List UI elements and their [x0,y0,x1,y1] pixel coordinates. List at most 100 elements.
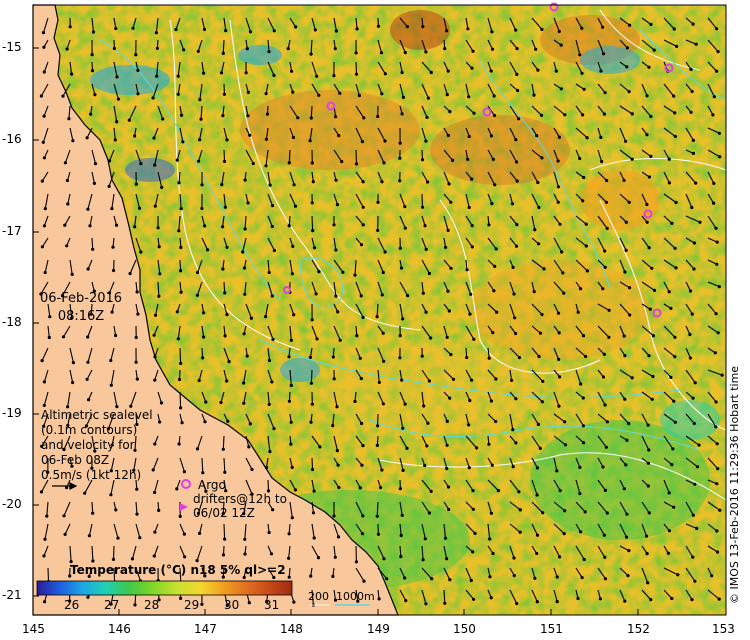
velocity-arrow-head [539,113,544,117]
velocity-arrow-head [649,22,653,26]
velocity-arrow-head [471,49,475,53]
velocity-arrow-head [310,161,314,165]
velocity-arrow-head [332,74,336,78]
velocity-arrow-head [582,441,586,445]
velocity-arrow-head [221,267,225,271]
velocity-arrow-head [135,512,139,516]
velocity-arrow-head [698,220,702,224]
velocity-arrow-head [398,246,402,250]
velocity-arrow-head [197,159,201,163]
velocity-arrow-head [361,514,365,518]
velocity-arrow-head [225,138,229,142]
velocity-arrow-head [424,247,428,251]
velocity-arrow-head [535,600,539,604]
velocity-arrow-head [399,266,404,270]
velocity-arrow-head [622,487,626,491]
velocity-arrow-head [672,27,676,31]
velocity-arrow-head [563,113,567,117]
velocity-arrow-head [223,470,227,474]
velocity-arrow-head [446,133,450,138]
velocity-arrow-head [177,229,181,233]
velocity-arrow-head [264,92,268,96]
velocity-arrow-head [515,179,519,183]
velocity-arrow-head [540,400,545,404]
velocity-arrow-head [718,155,722,159]
velocity-arrow-head [310,201,314,205]
velocity-arrow-head [242,381,246,385]
velocity-arrow-head [584,354,588,359]
velocity-arrow-head [175,158,179,162]
velocity-arrow-head [421,558,425,562]
velocity-arrow-head [555,600,559,604]
velocity-arrow-head [309,574,313,578]
velocity-arrow-head [624,463,628,467]
alt-line: 06-Feb 08Z [41,453,110,467]
velocity-arrow-head [647,448,651,452]
argo-legend: Argo drifters@12h to 06/02 12Z [188,478,287,520]
velocity-arrow-head [86,360,90,364]
velocity-arrow-head [511,428,515,432]
velocity-arrow-head [467,134,471,139]
velocity-arrow-head [490,463,494,467]
velocity-arrow-head [153,313,158,317]
velocity-arrow-head [603,577,608,581]
velocity-arrow-head [669,306,673,310]
velocity-arrow-head [310,402,314,406]
velocity-arrow-head [423,537,427,541]
velocity-arrow-head [157,508,161,512]
velocity-arrow-head [360,532,365,536]
velocity-arrow-head [601,375,606,379]
velocity-arrow-head [535,551,539,556]
velocity-arrow-head [85,377,89,381]
velocity-arrow-head [292,600,296,604]
velocity-arrow-head [555,575,559,579]
velocity-arrow-head [199,117,203,121]
velocity-arrow-head [689,110,693,114]
velocity-arrow-head [61,335,66,339]
velocity-arrow-head [671,447,675,451]
velocity-arrow-head [561,271,565,275]
velocity-arrow-head [445,419,449,423]
velocity-arrow-head [134,335,138,340]
velocity-arrow-head [674,266,678,270]
velocity-arrow-head [179,207,183,211]
velocity-arrow-head [429,70,433,75]
y-tick: -17 [2,224,22,238]
velocity-arrow-head [448,578,452,582]
velocity-arrow-head [496,489,500,493]
velocity-arrow-head [43,537,47,541]
velocity-arrow-head [697,443,701,447]
velocity-arrow-head [292,183,296,187]
velocity-arrow [355,149,358,164]
velocity-arrow-head [400,378,404,382]
velocity-arrow-head [196,270,200,275]
velocity-arrow-head [429,336,433,340]
velocity-arrow [91,501,94,514]
velocity-arrow-head [714,400,718,404]
velocity-arrow-head [42,70,46,74]
velocity-arrow-head [449,200,453,204]
velocity-arrow-head [715,550,720,554]
velocity-arrow-head [333,555,337,559]
velocity-arrow-head [287,399,291,403]
velocity-arrow-head [556,159,560,163]
velocity-arrow-head [694,181,698,185]
velocity-arrow-head [290,272,294,276]
velocity-arrow-head [712,181,716,185]
velocity-arrow-head [65,47,69,51]
velocity-arrow-head [603,249,607,253]
velocity-arrow [223,149,226,162]
velocity-arrow-head [293,488,297,492]
velocity-arrow-head [272,427,276,431]
velocity-arrow-head [493,264,497,268]
velocity-arrow-head [601,465,605,469]
velocity-arrow-head [287,355,291,359]
x-tick: 150 [453,622,476,636]
velocity-arrow-head [175,487,179,491]
velocity-arrow-head [337,485,341,490]
velocity-arrow-head [465,268,469,272]
velocity-arrow-head [310,318,314,322]
velocity-arrow-head [223,205,227,209]
velocity-arrow-head [225,245,229,249]
velocity-arrow-head [40,245,45,249]
